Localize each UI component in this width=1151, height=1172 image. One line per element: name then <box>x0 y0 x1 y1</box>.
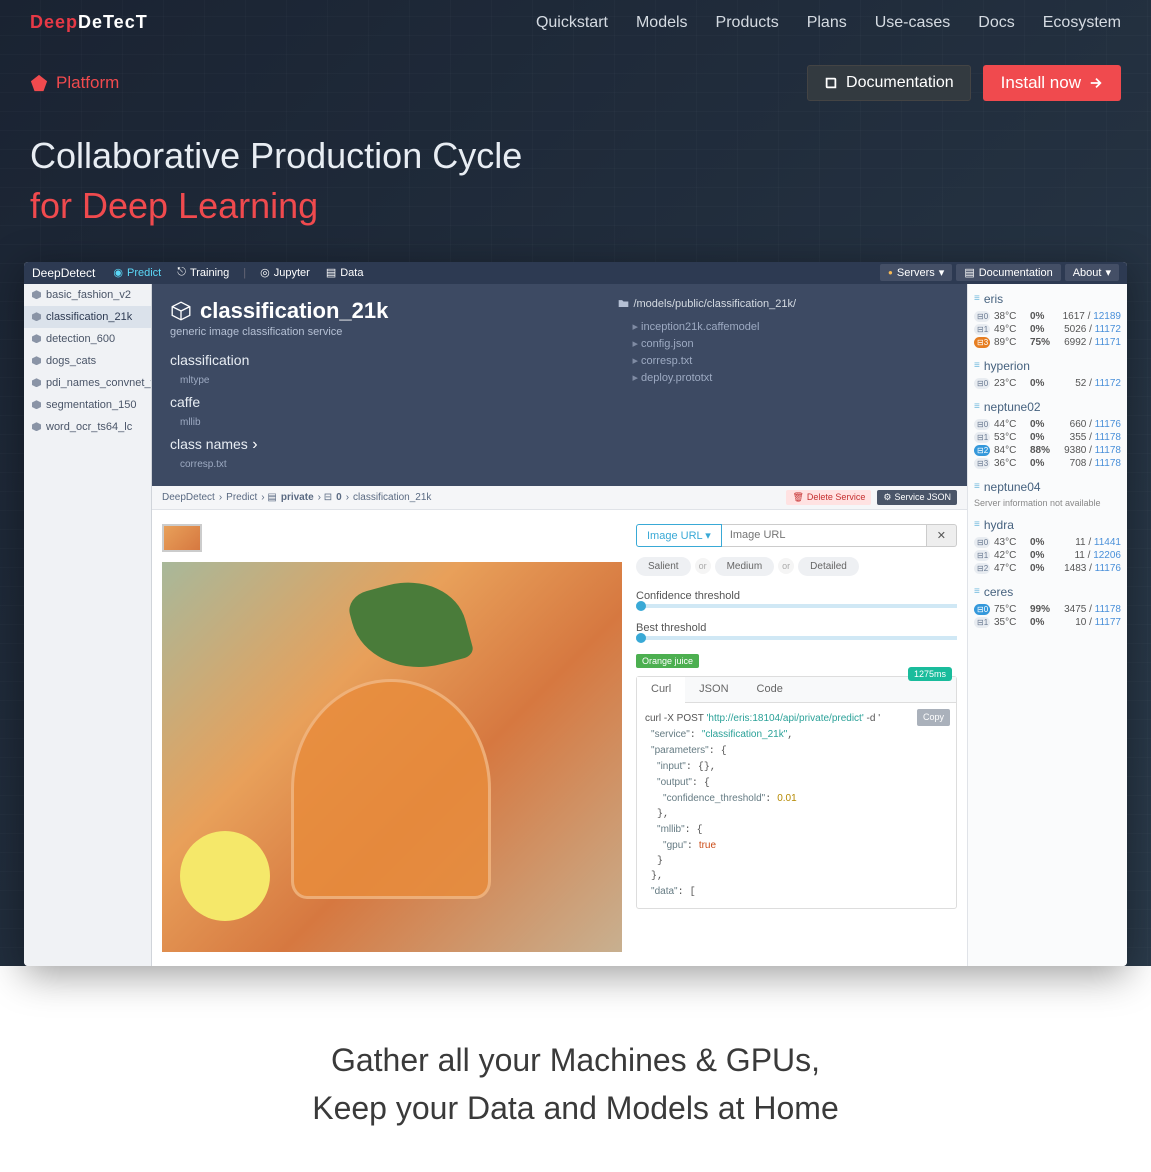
mode-detailed[interactable]: Detailed <box>798 557 859 576</box>
app-topbar: DeepDetect ◉ Predict ⎋ Training | ◎ Jupy… <box>24 262 1127 284</box>
tab-data[interactable]: ▤ Data <box>318 263 372 282</box>
server-name[interactable]: neptune02 <box>974 400 1121 414</box>
file-link[interactable]: config.json <box>618 335 949 352</box>
image-thumbnail[interactable] <box>162 524 202 552</box>
model-path: /models/public/classification_21k/ <box>618 298 949 310</box>
subheader: Platform Documentation Install now <box>0 45 1151 111</box>
prediction-image <box>162 562 622 952</box>
server-gpu-row: ⊟336°C0%708 / 11178 <box>974 457 1121 470</box>
timing-badge: 1275ms <box>908 667 952 681</box>
list-item[interactable]: detection_600 <box>24 328 151 350</box>
clear-url-button[interactable]: ✕ <box>927 524 957 547</box>
hero-title: Collaborative Production Cycle for Deep … <box>0 111 1151 262</box>
codetab-json[interactable]: JSON <box>685 677 742 702</box>
install-button[interactable]: Install now <box>983 65 1121 101</box>
server-name[interactable]: hyperion <box>974 359 1121 373</box>
server-gpu-row: ⊟043°C0%11 / 11441 <box>974 536 1121 549</box>
nav-products[interactable]: Products <box>716 14 779 32</box>
servers-panel: eris ⊟038°C0%1617 / 12189⊟149°C0%5026 / 1… <box>967 284 1127 966</box>
nav-docs[interactable]: Docs <box>978 14 1014 32</box>
server-gpu-row: ⊟044°C0%660 / 11176 <box>974 418 1121 431</box>
nav-quickstart[interactable]: Quickstart <box>536 14 608 32</box>
mode-medium[interactable]: Medium <box>715 557 775 576</box>
codetab-curl[interactable]: Curl <box>637 677 685 703</box>
documentation-button[interactable]: Documentation <box>807 65 971 101</box>
list-item[interactable]: word_ocr_ts64_lc <box>24 416 151 438</box>
mode-salient[interactable]: Salient <box>636 557 691 576</box>
servers-dropdown[interactable]: Servers ▾ <box>880 264 952 281</box>
file-link[interactable]: inception21k.caffemodel <box>618 318 949 335</box>
server-gpu-row: ⊟075°C99%3475 / 11178 <box>974 603 1121 616</box>
server-gpu-row: ⊟142°C0%11 / 12206 <box>974 549 1121 562</box>
result-tag: Orange juice <box>636 654 699 668</box>
server-gpu-row: ⊟038°C0%1617 / 12189 <box>974 310 1121 323</box>
platform-tag: Platform <box>30 73 119 93</box>
arrow-right-icon <box>1089 76 1103 90</box>
book-icon <box>824 76 838 90</box>
tab-training[interactable]: ⎋ Training <box>169 263 237 282</box>
code-body: Copycurl -X POST 'http://eris:18104/api/… <box>637 703 956 908</box>
hero-line2: for Deep Learning <box>30 185 318 226</box>
nav-models[interactable]: Models <box>636 14 688 32</box>
nav-links: Quickstart Models Products Plans Use-cas… <box>536 14 1121 32</box>
server-gpu-row: ⊟389°C75%6992 / 11171 <box>974 336 1121 349</box>
top-nav: DeepDeTecT Quickstart Models Products Pl… <box>0 0 1151 45</box>
image-url-input[interactable] <box>722 524 927 547</box>
server-gpu-row: ⊟023°C0%52 / 11172 <box>974 377 1121 390</box>
confidence-slider[interactable] <box>636 604 957 608</box>
server-gpu-row: ⊟247°C0%1483 / 11176 <box>974 562 1121 575</box>
list-item[interactable]: pdi_names_convnet_we <box>24 372 151 394</box>
best-threshold-label: Best threshold <box>636 622 957 634</box>
list-item[interactable]: segmentation_150 <box>24 394 151 416</box>
logo[interactable]: DeepDeTecT <box>30 12 148 33</box>
breadcrumb: DeepDetect › Predict › ▤ private › ⊟ 0 ›… <box>152 486 967 510</box>
service-header: classification_21k generic image classif… <box>152 284 967 486</box>
url-type-select[interactable]: Image URL ▾ <box>636 524 722 547</box>
folder-icon <box>618 298 629 309</box>
server-gpu-row: ⊟284°C88%9380 / 11178 <box>974 444 1121 457</box>
pentagon-icon <box>30 74 48 92</box>
service-json-button[interactable]: ⚙ Service JSON <box>877 490 957 505</box>
confidence-label: Confidence threshold <box>636 590 957 602</box>
server-name[interactable]: neptune04 <box>974 480 1121 494</box>
server-name[interactable]: eris <box>974 292 1121 306</box>
service-title: classification_21k <box>170 298 598 324</box>
list-item[interactable]: dogs_cats <box>24 350 151 372</box>
file-link[interactable]: corresp.txt <box>618 352 949 369</box>
tagline: Gather all your Machines & GPUs, Keep yo… <box>0 966 1151 1172</box>
server-gpu-row: ⊟149°C0%5026 / 11172 <box>974 323 1121 336</box>
list-item[interactable]: basic_fashion_v2 <box>24 284 151 306</box>
codetab-code[interactable]: Code <box>743 677 797 702</box>
app-brand[interactable]: DeepDetect <box>32 266 95 280</box>
server-gpu-row: ⊟135°C0%10 / 11177 <box>974 616 1121 629</box>
server-name[interactable]: ceres <box>974 585 1121 599</box>
model-list: basic_fashion_v2 classification_21k dete… <box>24 284 152 966</box>
copy-button[interactable]: Copy <box>917 709 950 727</box>
tab-jupyter[interactable]: ◎ Jupyter <box>252 263 318 282</box>
nav-usecases[interactable]: Use-cases <box>875 14 951 32</box>
list-item[interactable]: classification_21k <box>24 306 151 328</box>
topbar-about[interactable]: About ▾ <box>1065 264 1119 281</box>
tab-predict[interactable]: ◉ Predict <box>105 263 169 282</box>
nav-ecosystem[interactable]: Ecosystem <box>1043 14 1121 32</box>
code-panel: 1275ms Curl JSON Code Copycurl -X POST '… <box>636 676 957 909</box>
app-screenshot: DeepDetect ◉ Predict ⎋ Training | ◎ Jupy… <box>24 262 1127 966</box>
topbar-documentation[interactable]: ▤ Documentation <box>956 264 1060 281</box>
server-gpu-row: ⊟153°C0%355 / 11178 <box>974 431 1121 444</box>
best-threshold-slider[interactable] <box>636 636 957 640</box>
cube-icon <box>170 300 192 322</box>
file-link[interactable]: deploy.prototxt <box>618 369 949 386</box>
delete-service-button[interactable]: 🗑 Delete Service <box>786 490 871 505</box>
server-name[interactable]: hydra <box>974 518 1121 532</box>
nav-plans[interactable]: Plans <box>807 14 847 32</box>
hero-line1: Collaborative Production Cycle <box>30 135 522 176</box>
